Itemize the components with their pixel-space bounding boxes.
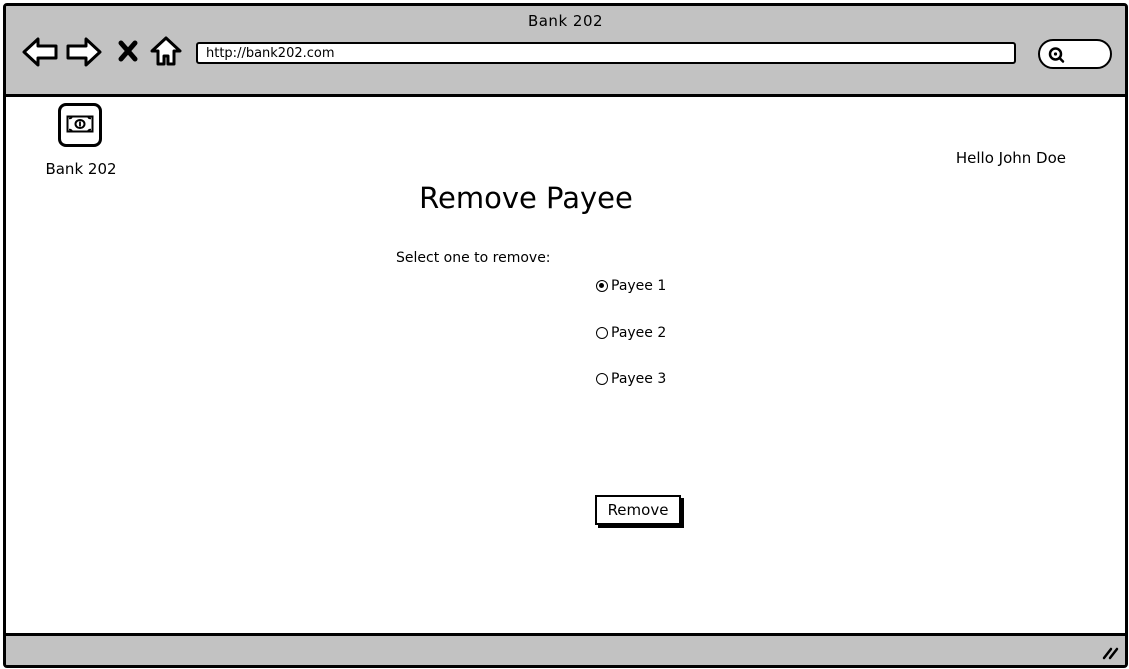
url-input[interactable]	[196, 42, 1016, 64]
window-title: Bank 202	[527, 12, 604, 30]
resize-grip-icon[interactable]	[1101, 644, 1119, 660]
remove-button[interactable]: Remove	[595, 495, 681, 525]
radio-label: Payee 1	[611, 278, 667, 294]
status-bar	[6, 633, 1125, 665]
radio-label: Payee 2	[611, 325, 667, 341]
payee-option-3[interactable]: Payee 3	[596, 369, 666, 389]
radio-button[interactable]	[596, 327, 608, 339]
home-icon[interactable]	[148, 34, 184, 70]
page-title: Remove Payee	[419, 181, 633, 215]
close-icon[interactable]	[116, 34, 140, 70]
forward-arrow-icon[interactable]	[64, 34, 104, 70]
page-content: Bank 202 Hello John Doe Remove Payee Sel…	[6, 97, 1125, 633]
back-arrow-icon[interactable]	[20, 34, 60, 70]
browser-chrome: Bank 202	[6, 6, 1125, 97]
payee-option-1[interactable]: Payee 1	[596, 276, 666, 296]
search-box[interactable]	[1038, 39, 1112, 69]
radio-label: Payee 3	[611, 371, 667, 387]
money-bill-icon	[66, 115, 94, 133]
user-greeting: Hello John Doe	[955, 149, 1066, 167]
radio-button[interactable]	[596, 373, 608, 385]
payee-option-2[interactable]: Payee 2	[596, 323, 666, 343]
search-icon	[1048, 47, 1065, 63]
browser-window: Bank 202 http://bank202.com Bank 202 Hel…	[3, 3, 1128, 668]
select-label: Select one to remove:	[396, 250, 551, 266]
bank-logo[interactable]	[58, 103, 102, 147]
radio-button[interactable]	[596, 280, 608, 292]
logo-label: Bank 202	[45, 160, 117, 178]
